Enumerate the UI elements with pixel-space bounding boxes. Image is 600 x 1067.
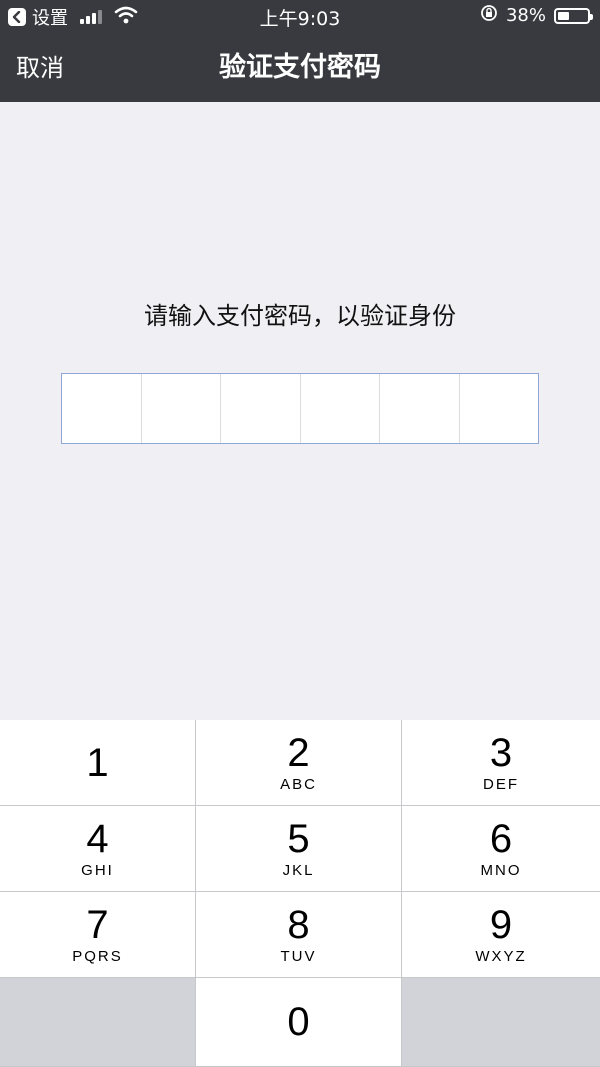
key-digit: 5 bbox=[287, 817, 310, 861]
pay-password-page: 设置 上午9:03 38% 取消 验证支付密码 请输入支付密码，以验证身份 1 … bbox=[0, 0, 600, 1067]
key-letters: GHI bbox=[81, 862, 114, 879]
pin-digit-cell[interactable] bbox=[458, 374, 539, 443]
keypad-key-2[interactable]: 2 ABC bbox=[196, 720, 402, 806]
status-right: 38% bbox=[480, 4, 593, 27]
keypad-blank-key bbox=[402, 978, 600, 1067]
page-title: 验证支付密码 bbox=[219, 52, 381, 83]
keypad-key-9[interactable]: 9 WXYZ bbox=[402, 892, 600, 978]
keypad-key-5[interactable]: 5 JKL bbox=[196, 806, 402, 892]
keypad-key-7[interactable]: 7 PQRS bbox=[0, 892, 196, 978]
keypad-key-4[interactable]: 4 GHI bbox=[0, 806, 196, 892]
top-bar: 设置 上午9:03 38% 取消 验证支付密码 bbox=[0, 0, 600, 102]
password-prompt: 请输入支付密码，以验证身份 bbox=[144, 302, 456, 330]
keypad-key-8[interactable]: 8 TUV bbox=[196, 892, 402, 978]
key-letters: DEF bbox=[483, 776, 519, 793]
key-digit: 6 bbox=[489, 817, 513, 861]
key-digit: 9 bbox=[489, 903, 513, 947]
keypad-blank-key bbox=[0, 978, 196, 1067]
battery-fill bbox=[558, 11, 569, 20]
key-digit: 4 bbox=[86, 817, 109, 861]
keypad-key-6[interactable]: 6 MNO bbox=[402, 806, 600, 892]
key-digit: 0 bbox=[287, 1000, 310, 1044]
keypad-key-1[interactable]: 1 bbox=[0, 720, 196, 806]
keypad-key-3[interactable]: 3 DEF bbox=[402, 720, 600, 806]
key-letters: JKL bbox=[282, 862, 315, 879]
key-letters: PQRS bbox=[72, 948, 123, 965]
battery-percent: 38% bbox=[505, 5, 546, 26]
pin-digit-cell[interactable] bbox=[62, 374, 141, 443]
key-letters: ABC bbox=[280, 776, 317, 793]
numeric-keypad: 1 2 ABC 3 DEF 4 GHI 5 JKL 6 MNO 7 PQRS 8 TUV 9 WXYZ 0 bbox=[0, 720, 600, 1067]
keypad-key-0[interactable]: 0 bbox=[196, 978, 402, 1067]
pin-digit-cell[interactable] bbox=[379, 374, 459, 443]
pin-digit-cell[interactable] bbox=[140, 374, 221, 443]
key-letters: TUV bbox=[280, 948, 317, 965]
key-digit: 2 bbox=[287, 731, 310, 775]
pin-digit-cell[interactable] bbox=[299, 374, 380, 443]
key-digit: 7 bbox=[86, 903, 109, 947]
nav-bar: 取消 验证支付密码 bbox=[0, 34, 600, 102]
status-bar: 设置 上午9:03 38% bbox=[0, 0, 600, 34]
key-digit: 1 bbox=[86, 740, 109, 785]
rotation-lock-icon bbox=[480, 4, 498, 27]
pin-input[interactable] bbox=[61, 373, 539, 444]
pin-digit-cell[interactable] bbox=[220, 374, 300, 443]
key-letters: MNO bbox=[480, 862, 522, 879]
key-digit: 3 bbox=[489, 731, 513, 775]
battery-icon bbox=[554, 7, 593, 24]
key-letters: WXYZ bbox=[475, 948, 527, 965]
key-digit: 8 bbox=[287, 903, 310, 947]
